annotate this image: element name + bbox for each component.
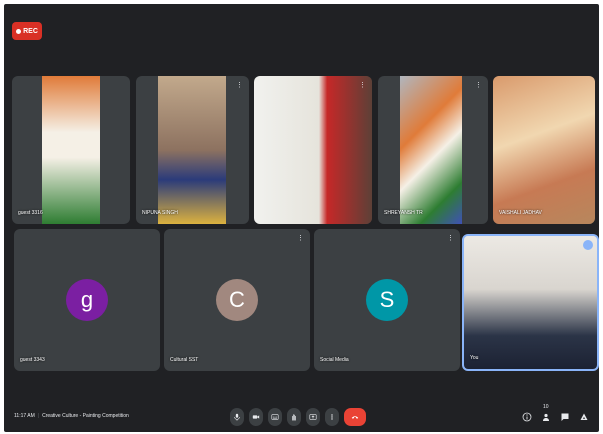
participant-name: Cultural SST: [170, 357, 199, 363]
meet-window: REC guest 3316 ⋮ NIPUNA SINGH ⋮ ⋮ SHREYA…: [4, 4, 599, 432]
end-call-button[interactable]: [344, 408, 366, 426]
self-view-tile[interactable]: You: [462, 234, 599, 371]
phone-hangup-icon: [351, 416, 359, 419]
camera-button[interactable]: [249, 408, 263, 426]
self-indicator-icon: [583, 240, 593, 250]
participant-tile[interactable]: guest 3316: [12, 76, 130, 224]
recording-label: REC: [23, 27, 38, 35]
participant-video: [254, 76, 372, 224]
participant-name: Social Media: [320, 357, 349, 363]
participant-name: VAISHALI JADHAV: [499, 210, 542, 216]
recording-dot-icon: [16, 28, 22, 34]
participant-name: NIPUNA SINGH: [142, 210, 178, 216]
raise-hand-button[interactable]: [287, 408, 301, 426]
participant-video: [400, 76, 462, 224]
participant-tile[interactable]: ⋮: [254, 76, 372, 224]
separator: |: [37, 413, 40, 419]
info-icon: [522, 412, 532, 422]
present-button[interactable]: [306, 408, 320, 426]
bottom-toolbar: 11:17 AM | Creative Culture - Painting Com…: [4, 402, 599, 432]
activities-icon: [580, 413, 588, 420]
participant-name: guest 3343: [20, 357, 45, 363]
more-options-icon[interactable]: ⋮: [447, 235, 454, 242]
participant-tile[interactable]: ⋮ NIPUNA SINGH: [136, 76, 249, 224]
avatar: C: [216, 279, 258, 321]
captions-button[interactable]: [268, 408, 282, 426]
participant-tile[interactable]: S ⋮ Social Media: [314, 229, 460, 371]
participant-video: [493, 76, 595, 224]
people-button[interactable]: 10: [539, 404, 553, 424]
participant-tile[interactable]: g guest 3343: [14, 229, 160, 371]
present-icon: [309, 414, 317, 420]
more-vertical-icon: [331, 414, 333, 420]
camera-icon: [252, 415, 260, 419]
meeting-title: Creative Culture - Painting Competition: [42, 413, 129, 419]
more-options-icon[interactable]: ⋮: [359, 82, 366, 89]
avatar: g: [66, 279, 108, 321]
more-options-icon[interactable]: ⋮: [475, 82, 482, 89]
activities-button[interactable]: [577, 410, 591, 424]
participant-name: You: [470, 355, 479, 361]
recording-badge[interactable]: REC: [12, 22, 42, 40]
meeting-details-button[interactable]: [520, 410, 534, 424]
more-options-icon[interactable]: ⋮: [297, 235, 304, 242]
meeting-info: 11:17 AM | Creative Culture - Painting Com…: [14, 413, 129, 419]
participant-name: guest 3316: [18, 210, 43, 216]
more-options-icon[interactable]: ⋮: [236, 82, 243, 89]
chat-icon: [561, 413, 569, 421]
self-video: [464, 236, 597, 369]
participant-tile[interactable]: ⋮ SHREYANSH TR: [378, 76, 488, 224]
microphone-button[interactable]: [230, 408, 244, 426]
participant-name: SHREYANSH TR: [384, 210, 423, 216]
people-icon: [543, 413, 549, 421]
avatar: S: [366, 279, 408, 321]
participant-tile[interactable]: C ⋮ Cultural SST: [164, 229, 310, 371]
participant-video: [42, 76, 100, 224]
hand-icon: [292, 414, 296, 421]
participant-count: 10: [543, 404, 549, 410]
meeting-time: 11:17 AM: [14, 413, 35, 419]
microphone-icon: [234, 413, 240, 421]
chat-button[interactable]: [558, 410, 572, 424]
participant-tile[interactable]: VAISHALI JADHAV: [493, 76, 595, 224]
more-options-button[interactable]: [325, 408, 339, 426]
captions-icon: [271, 414, 279, 420]
participant-video: [158, 76, 226, 224]
